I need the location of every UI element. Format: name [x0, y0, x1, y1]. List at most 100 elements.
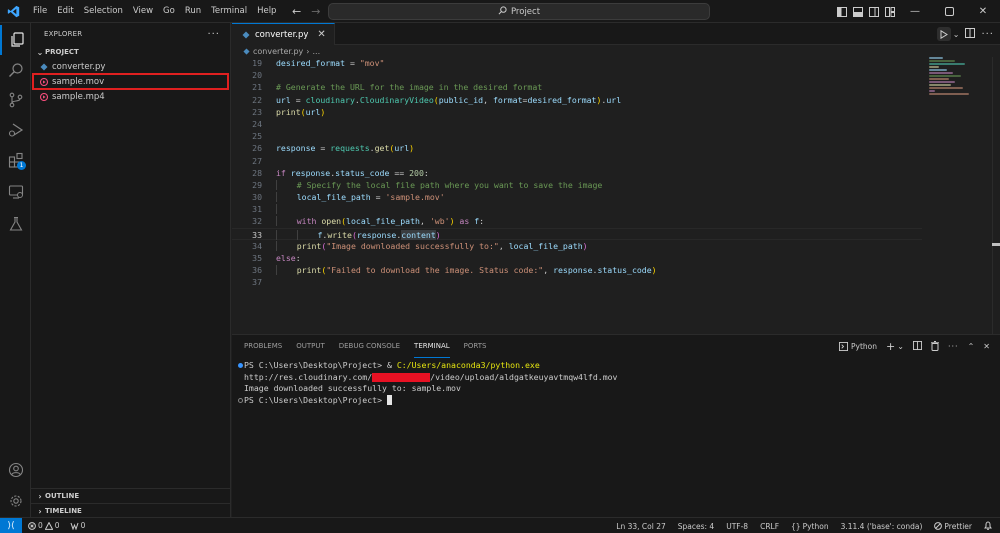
- tab-terminal[interactable]: TERMINAL: [414, 335, 450, 358]
- run-and-debug-icon[interactable]: [0, 115, 31, 145]
- menu-view[interactable]: View: [128, 0, 158, 23]
- ports-count: 0: [80, 521, 86, 530]
- code-line: 30 local_file_path = 'sample.mov': [232, 191, 922, 203]
- extensions-badge: 1: [17, 161, 26, 170]
- remote-explorer-icon[interactable]: [0, 177, 31, 207]
- minimize-button[interactable]: —: [898, 0, 932, 23]
- indentation[interactable]: Spaces: 4: [678, 522, 714, 531]
- ports-status[interactable]: 0: [70, 521, 86, 530]
- error-count: 0: [38, 521, 43, 530]
- kill-terminal-trash-icon[interactable]: [930, 340, 939, 353]
- end-of-line[interactable]: CRLF: [760, 522, 779, 531]
- tab-output[interactable]: OUTPUT: [296, 335, 325, 358]
- code-line: 28 if response.status_code == 200:: [232, 167, 922, 179]
- customize-layout-icon[interactable]: [882, 0, 898, 23]
- notifications-bell-icon[interactable]: [984, 520, 992, 532]
- language-mode[interactable]: {} Python: [791, 522, 829, 531]
- command-decoration-icon[interactable]: [236, 397, 244, 403]
- run-python-file-button[interactable]: [936, 27, 951, 41]
- menu-selection[interactable]: Selection: [79, 0, 128, 23]
- code-line: 34 print("Image downloaded successfully …: [232, 240, 922, 252]
- forward-arrow-icon[interactable]: →: [311, 5, 320, 18]
- new-terminal-icon[interactable]: +: [886, 340, 895, 353]
- line-number: 31: [252, 204, 262, 215]
- timeline-section[interactable]: › TIMELINE: [31, 503, 230, 518]
- terminal-dropdown-chevron-icon[interactable]: ⌄: [897, 342, 904, 351]
- terminal-profile[interactable]: Python: [839, 342, 877, 351]
- file-name: sample.mov: [52, 76, 105, 87]
- line-number: 30: [252, 192, 262, 203]
- search-icon[interactable]: [0, 55, 31, 85]
- line-number: 20: [252, 70, 262, 81]
- maximize-button[interactable]: [932, 0, 966, 23]
- source-control-icon[interactable]: [0, 85, 31, 115]
- menu-edit[interactable]: Edit: [52, 0, 78, 23]
- explorer-icon[interactable]: [0, 25, 31, 55]
- breadcrumb-symbols[interactable]: ...: [312, 47, 320, 56]
- toggle-primary-sidebar-icon[interactable]: [834, 0, 850, 23]
- line-content: url = cloudinary.CloudinaryVideo(public_…: [276, 94, 622, 105]
- menu-file[interactable]: File: [28, 0, 52, 23]
- line-number: 28: [252, 167, 262, 178]
- command-success-decoration-icon[interactable]: [236, 363, 244, 369]
- extensions-icon[interactable]: 1: [0, 145, 31, 175]
- tab-ports[interactable]: PORTS: [464, 335, 487, 358]
- menu-go[interactable]: Go: [158, 0, 180, 23]
- file-sample-mov[interactable]: sample.mov: [32, 73, 229, 90]
- code-editor[interactable]: 19 desired_format = "mov" 20 21 # Generate…: [232, 57, 922, 289]
- settings-gear-icon[interactable]: [0, 486, 31, 516]
- file-converter-py[interactable]: converter.py: [31, 59, 230, 74]
- outline-section[interactable]: › OUTLINE: [31, 488, 230, 503]
- close-panel-icon[interactable]: ✕: [983, 342, 990, 351]
- tab-problems[interactable]: PROBLEMS: [244, 335, 282, 358]
- tab-debug-console[interactable]: DEBUG CONSOLE: [339, 335, 400, 358]
- testing-icon[interactable]: [0, 209, 31, 239]
- editor-actions: ⌄ ···: [936, 23, 994, 45]
- menu-run[interactable]: Run: [180, 0, 206, 23]
- back-arrow-icon[interactable]: ←: [292, 5, 301, 18]
- python-file-icon: [242, 31, 250, 38]
- project-folder-header[interactable]: ⌄ PROJECT: [31, 45, 230, 59]
- command-center-search[interactable]: Project: [328, 3, 710, 20]
- toggle-secondary-sidebar-icon[interactable]: [866, 0, 882, 23]
- more-actions-icon[interactable]: ···: [981, 29, 994, 40]
- explorer-header: EXPLORER ···: [31, 23, 230, 45]
- remote-indicator-icon[interactable]: ⟩⟨: [0, 517, 22, 533]
- code-line: 29 # Specify the local file path where y…: [232, 179, 922, 191]
- close-window-button[interactable]: ✕: [966, 0, 1000, 23]
- minimap[interactable]: [929, 57, 993, 107]
- close-tab-icon[interactable]: ✕: [317, 29, 325, 40]
- prettier-status[interactable]: Prettier: [934, 522, 972, 531]
- breadcrumb-file[interactable]: converter.py: [253, 47, 303, 56]
- timeline-label: TIMELINE: [45, 507, 82, 515]
- encoding[interactable]: UTF-8: [726, 522, 748, 531]
- terminal-line: PS C:\Users\Desktop\Project>: [236, 395, 618, 407]
- line-content: with open(local_file_path, 'wb') as f:: [262, 215, 484, 227]
- run-dropdown-chevron-icon[interactable]: ⌄: [953, 30, 960, 39]
- code-line: 27: [232, 155, 922, 167]
- python-interpreter[interactable]: 3.11.4 ('base': conda): [841, 522, 923, 531]
- accounts-icon[interactable]: [0, 455, 31, 485]
- split-editor-icon[interactable]: [965, 27, 976, 41]
- file-sample-mp4[interactable]: sample.mp4: [31, 89, 230, 104]
- editor-scrollbar[interactable]: [992, 57, 1000, 334]
- toggle-panel-icon[interactable]: [850, 0, 866, 23]
- line-content: response = requests.get(url): [276, 143, 415, 154]
- tab-converter-py[interactable]: converter.py ✕: [232, 23, 335, 45]
- split-terminal-icon[interactable]: [912, 341, 922, 352]
- code-line-current: 33 f.write(response.content): [232, 227, 922, 240]
- maximize-panel-chevron-up-icon[interactable]: ⌃: [968, 342, 975, 351]
- problems-status[interactable]: 0 0: [28, 521, 60, 530]
- more-actions-icon[interactable]: ···: [207, 29, 220, 40]
- more-actions-icon[interactable]: ···: [948, 342, 959, 351]
- prohibited-icon: [934, 522, 943, 530]
- menu-help[interactable]: Help: [252, 0, 281, 23]
- menu-terminal[interactable]: Terminal: [206, 0, 252, 23]
- explorer-sidebar: EXPLORER ··· ⌄ PROJECT converter.py samp…: [31, 23, 231, 517]
- terminal-line: Image downloaded successfully to: sample…: [244, 383, 461, 393]
- line-number: 34: [252, 240, 262, 251]
- editor-area: converter.py ✕ ⌄ ··· converter.py › ... …: [232, 23, 1000, 334]
- cursor-position[interactable]: Ln 33, Col 27: [616, 522, 665, 531]
- python-file-icon: [40, 63, 52, 71]
- terminal-output[interactable]: PS C:\Users\Desktop\Project> & C:/Users/…: [236, 360, 618, 406]
